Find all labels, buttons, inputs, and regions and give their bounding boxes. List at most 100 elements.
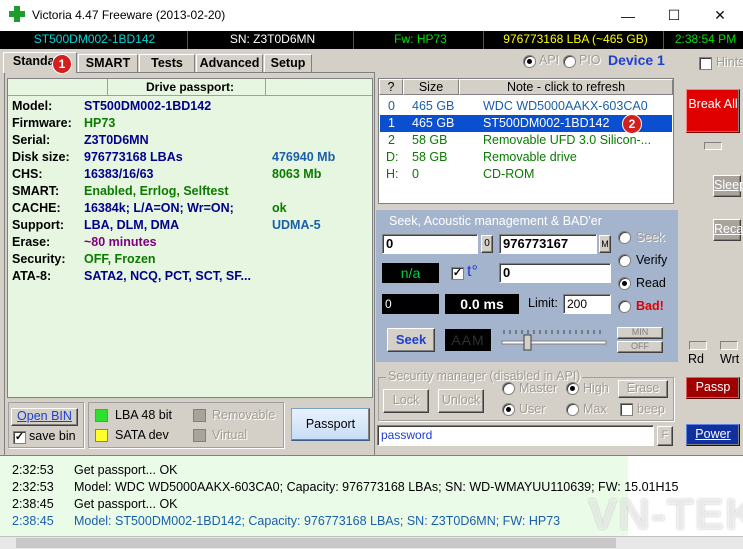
drive-row[interactable]: 0 465 GB WDC WD5000AAKX-603CA0: [380, 98, 672, 115]
watermark: VN-TEK: [588, 490, 743, 539]
drive-row[interactable]: H: 0 CD-ROM: [380, 166, 672, 183]
break-indicator: [704, 142, 722, 150]
max-radio[interactable]: [566, 403, 579, 416]
hints-label: Hints: [716, 55, 743, 69]
status-lba: 976773168 LBA (~465 GB): [488, 31, 664, 49]
beep-label: beep: [637, 402, 665, 416]
seek-button[interactable]: Seek: [387, 328, 435, 352]
high-label: High: [583, 381, 609, 395]
user-radio[interactable]: [502, 403, 515, 416]
mode-verify-label: Verify: [636, 253, 668, 267]
password-input[interactable]: password: [377, 425, 654, 446]
seek-group-title: Seek, Acoustic management & BAD'er: [389, 214, 602, 228]
virtual-indicator: [193, 429, 206, 442]
rd-label: Rd: [688, 352, 704, 366]
virtual-label: Virtual: [212, 428, 248, 442]
temperature-label: t°: [467, 263, 478, 280]
write-indicator: [720, 341, 738, 350]
open-bin-button[interactable]: Open BIN: [11, 408, 78, 426]
drive-list: ? Size Note - click to refresh 0 465 GB WD…: [378, 78, 674, 204]
erase-button[interactable]: Erase: [618, 380, 668, 398]
drive-row[interactable]: D: 58 GB Removable drive: [380, 149, 672, 166]
title-bar: Victoria 4.47 Freeware (2013-02-20) — ☐ …: [0, 0, 743, 31]
recall-button[interactable]: Recall: [713, 219, 743, 241]
master-radio[interactable]: [502, 382, 515, 395]
tab-advanced[interactable]: Advanced: [196, 54, 263, 72]
aam-off-button[interactable]: OFF: [617, 341, 663, 353]
end-lba-unit-button[interactable]: M: [599, 235, 611, 253]
mode-bad-radio[interactable]: [618, 300, 631, 313]
removable-indicator: [193, 409, 206, 422]
user-label: User: [519, 402, 546, 416]
password-file-button[interactable]: F: [657, 426, 673, 446]
unlock-button[interactable]: Unlock: [438, 389, 484, 413]
break-all-button[interactable]: Break All: [686, 89, 740, 133]
annotation-badge-2: 2: [622, 114, 642, 134]
drive-list-header-note[interactable]: Note - click to refresh: [459, 79, 673, 95]
annotation-badge-1: 1: [52, 54, 72, 74]
temperature-value: 0: [499, 263, 611, 283]
drive-passport-panel: Drive passport: Model: ST500DM002-1BD142 …: [7, 78, 373, 398]
end-lba-input[interactable]: 976773167: [499, 234, 597, 254]
counter-display: 0: [382, 294, 439, 314]
save-bin-label: save bin: [29, 429, 76, 443]
power-button[interactable]: Power: [686, 424, 740, 446]
max-label: Max: [583, 402, 607, 416]
sleep-button[interactable]: Sleep: [713, 175, 743, 197]
status-firmware: Fw: HP73: [358, 31, 484, 49]
tab-setup[interactable]: Setup: [264, 54, 312, 72]
pio-label: PIO: [579, 53, 601, 67]
device-label: Device 1: [608, 52, 665, 68]
drive-list-header-size[interactable]: Size: [403, 79, 459, 95]
status-time: 2:38:54 PM: [668, 31, 743, 49]
lock-button[interactable]: Lock: [383, 389, 429, 413]
passport-button[interactable]: Passport: [291, 408, 370, 441]
passport-header: Drive passport:: [8, 79, 372, 96]
smart-status-display: n/a: [382, 263, 439, 283]
mode-seek-label: Seek: [636, 230, 665, 244]
passport-header-divider: [107, 79, 108, 96]
temperature-checkbox[interactable]: ✓: [451, 267, 464, 280]
lba48-indicator: [95, 409, 108, 422]
lba48-label: LBA 48 bit: [115, 408, 172, 422]
tab-tests[interactable]: Tests: [139, 54, 195, 72]
mode-read-radio[interactable]: [618, 277, 631, 290]
mode-read-label: Read: [636, 276, 666, 290]
limit-input[interactable]: 200: [563, 294, 611, 314]
aam-min-button[interactable]: MIN: [617, 327, 663, 339]
maximize-button[interactable]: ☐: [651, 0, 697, 31]
limit-label: Limit:: [528, 296, 558, 310]
access-time-display: 0.0 ms: [445, 294, 519, 314]
wrt-label: Wrt: [720, 352, 740, 366]
read-indicator: [689, 341, 707, 350]
minimize-button[interactable]: —: [605, 0, 651, 31]
log-scrollbar-thumb[interactable]: [16, 538, 616, 548]
sata-dev-label: SATA dev: [115, 428, 169, 442]
mode-bad-label: Bad!: [636, 299, 664, 313]
passport-header-divider: [265, 79, 266, 96]
high-radio[interactable]: [566, 382, 579, 395]
removable-label: Removable: [212, 408, 276, 422]
aam-slider[interactable]: [500, 326, 612, 354]
beep-checkbox[interactable]: [620, 403, 633, 416]
close-button[interactable]: ✕: [697, 0, 743, 31]
pio-radio[interactable]: [563, 55, 576, 68]
start-lba-input[interactable]: 0: [382, 234, 478, 254]
start-lba-unit-button[interactable]: 0: [481, 235, 493, 253]
mode-verify-radio[interactable]: [618, 254, 631, 267]
mode-seek-radio[interactable]: [618, 231, 631, 244]
passp-button[interactable]: Passp: [686, 377, 740, 399]
hints-checkbox[interactable]: [699, 57, 712, 70]
api-label: API: [539, 53, 560, 67]
window-title: Victoria 4.47 Freeware (2013-02-20): [32, 8, 226, 22]
master-label: Master: [519, 381, 558, 395]
save-bin-checkbox[interactable]: ✓: [13, 431, 26, 444]
drive-list-header-index[interactable]: ?: [379, 79, 403, 95]
tab-smart[interactable]: SMART: [78, 54, 138, 72]
drive-row[interactable]: 2 58 GB Removable UFD 3.0 Silicon-...: [380, 132, 672, 149]
sata-dev-indicator: [95, 429, 108, 442]
status-serial: SN: Z3T0D6MN: [192, 31, 354, 49]
status-model: ST500DM002-1BD142: [2, 31, 188, 49]
victoria-cross-icon: [9, 6, 25, 22]
api-radio[interactable]: [523, 55, 536, 68]
